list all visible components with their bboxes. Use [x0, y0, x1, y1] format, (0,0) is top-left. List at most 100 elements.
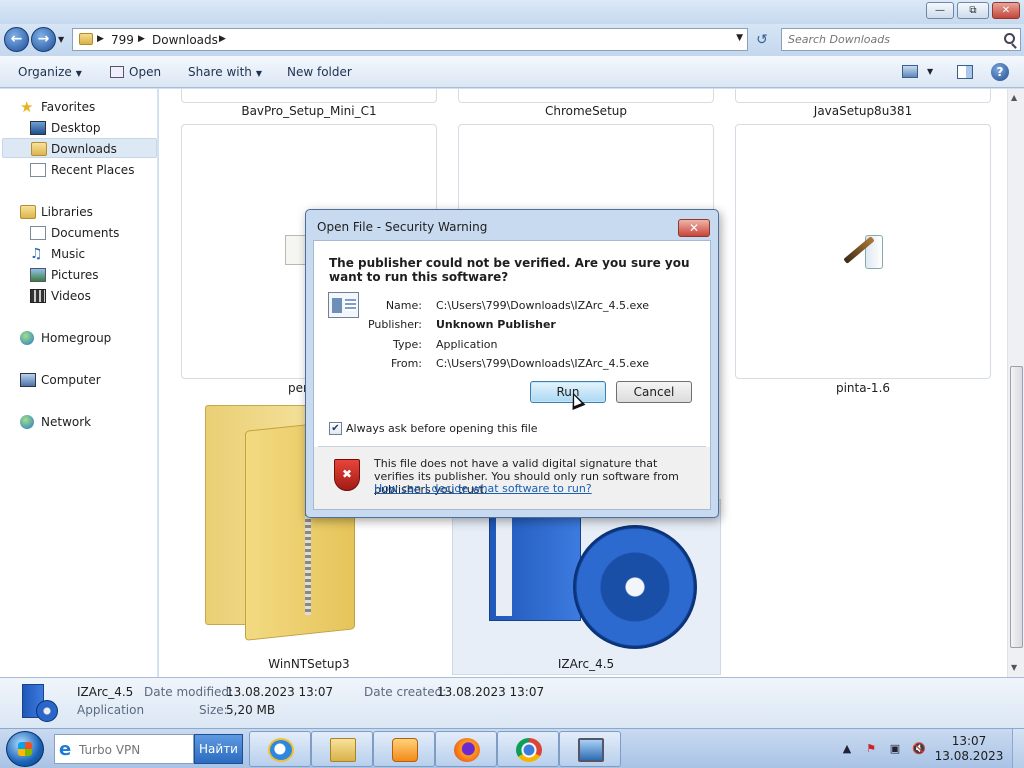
action-center-icon[interactable]: ⚑: [864, 742, 878, 756]
back-button[interactable]: ←: [4, 27, 29, 52]
search-box[interactable]: [781, 28, 1021, 51]
nav-desktop-label: Desktop: [51, 121, 101, 135]
file-name[interactable]: WinNTSetup3: [181, 657, 437, 671]
details-date-created-label: Date created:: [364, 685, 447, 699]
restore-button[interactable]: ⧉: [957, 2, 989, 19]
start-button[interactable]: [6, 731, 44, 767]
name-label: Name:: [385, 299, 422, 312]
cancel-button[interactable]: Cancel: [616, 381, 692, 403]
star-icon: ★: [20, 98, 34, 116]
recent-pages-dropdown[interactable]: ▼: [58, 35, 64, 44]
vertical-scrollbar[interactable]: ▲ ▼: [1007, 89, 1024, 677]
taskbar-search-box[interactable]: e: [54, 734, 194, 764]
volume-muted-icon[interactable]: 🔇: [912, 742, 926, 756]
nav-homegroup-label: Homegroup: [41, 331, 112, 345]
chevron-right-icon[interactable]: ▶: [138, 34, 145, 44]
clock-date: 13.08.2023: [934, 749, 1004, 763]
taskbar-explorer[interactable]: [311, 731, 373, 767]
help-icon[interactable]: ?: [991, 63, 1009, 81]
nav-downloads[interactable]: Downloads: [2, 138, 157, 158]
taskbar-chrome[interactable]: [497, 731, 559, 767]
open-icon: [110, 66, 124, 78]
file-tile[interactable]: [735, 89, 991, 103]
nav-computer[interactable]: Computer: [20, 370, 150, 390]
breadcrumb-downloads[interactable]: Downloads: [152, 33, 218, 47]
nav-videos-label: Videos: [51, 289, 91, 303]
search-input[interactable]: [788, 32, 998, 47]
taskbar-search-button[interactable]: Найти: [194, 734, 243, 764]
scrollbar-thumb[interactable]: [1010, 366, 1023, 648]
preview-pane-icon[interactable]: [957, 65, 973, 79]
security-shield-icon: [334, 459, 360, 491]
address-bar[interactable]: ▶ 799 ▶ Downloads ▶ ▼: [72, 28, 748, 51]
taskbar-search-input[interactable]: [79, 741, 189, 758]
refresh-icon[interactable]: ↺: [752, 30, 772, 50]
scroll-down-icon[interactable]: ▼: [1011, 663, 1017, 672]
chevron-right-icon[interactable]: ▶: [97, 34, 104, 44]
minimize-button[interactable]: —: [926, 2, 954, 19]
pictures-icon: [30, 268, 46, 282]
details-date-created: 13.08.2023 13:07: [437, 685, 545, 699]
share-with-label: Share with: [188, 65, 252, 79]
view-options-dropdown[interactable]: ▼: [927, 67, 933, 76]
command-bar: Organize ▼ Open Share with ▼ New folder ▼ …: [0, 56, 1024, 88]
security-warning-dialog: Open File - Security Warning ✕ The publi…: [305, 209, 719, 518]
internet-explorer-icon: [268, 738, 294, 762]
nav-homegroup[interactable]: Homegroup: [20, 328, 150, 348]
taskbar-media-player[interactable]: [373, 731, 435, 767]
always-ask-label[interactable]: Always ask before opening this file: [346, 422, 538, 435]
document-icon: [285, 235, 307, 265]
window-titlebar: — ⧉ ✕: [0, 0, 1024, 24]
help-link[interactable]: How can I decide what software to run?: [374, 482, 592, 495]
scroll-up-icon[interactable]: ▲: [1011, 93, 1017, 102]
nav-libraries[interactable]: Libraries: [20, 202, 150, 222]
search-icon[interactable]: [1004, 33, 1015, 44]
show-hidden-icons[interactable]: ▲: [840, 742, 854, 756]
file-name[interactable]: BavPro_Setup_Mini_C1: [181, 104, 437, 118]
taskbar-remote-desktop[interactable]: [559, 731, 621, 767]
clock[interactable]: 13:07 13.08.2023: [934, 734, 1004, 764]
dialog-question: The publisher could not be verified. Are…: [329, 256, 690, 284]
details-file-name: IZArc_4.5: [77, 685, 134, 699]
nav-music[interactable]: ♫ Music: [30, 244, 150, 264]
file-name[interactable]: ChromeSetup: [458, 104, 714, 118]
file-name[interactable]: IZArc_4.5: [458, 657, 714, 671]
new-folder-button[interactable]: New folder: [287, 65, 352, 79]
file-tile[interactable]: [181, 89, 437, 103]
file-tile[interactable]: [458, 89, 714, 103]
network-tray-icon[interactable]: ▣: [888, 742, 902, 756]
nav-network-label: Network: [41, 415, 92, 429]
nav-pictures[interactable]: Pictures: [30, 265, 150, 285]
taskbar-firefox[interactable]: [435, 731, 497, 767]
breadcrumb-799[interactable]: 799: [111, 33, 134, 47]
file-name[interactable]: pinta-1.6: [735, 381, 991, 395]
organize-button[interactable]: Organize ▼: [18, 65, 82, 79]
show-desktop-button[interactable]: [1012, 729, 1024, 768]
documents-icon: [30, 226, 46, 240]
nav-favorites[interactable]: ★ Favorites: [20, 97, 150, 117]
nav-recent-places[interactable]: Recent Places: [30, 160, 150, 180]
address-dropdown[interactable]: ▼: [736, 33, 743, 43]
chevron-down-icon: ▼: [75, 69, 82, 78]
nav-videos[interactable]: Videos: [30, 286, 150, 306]
change-view-icon[interactable]: [902, 65, 918, 78]
nav-network[interactable]: Network: [20, 412, 150, 432]
libraries-icon: [20, 205, 36, 219]
open-button[interactable]: Open: [110, 65, 161, 79]
chevron-right-icon[interactable]: ▶: [219, 34, 226, 44]
file-name[interactable]: JavaSetup8u381: [735, 104, 991, 118]
nav-documents[interactable]: Documents: [30, 223, 150, 243]
nav-desktop[interactable]: Desktop: [30, 118, 150, 138]
installer-box-icon: [20, 682, 58, 724]
share-with-button[interactable]: Share with ▼: [188, 65, 262, 79]
always-ask-checkbox[interactable]: ✔: [329, 422, 342, 435]
folder-icon: [79, 33, 93, 45]
forward-button[interactable]: →: [31, 27, 56, 52]
taskbar: e Найти ▲ ⚑ ▣ 🔇 13:07 13.08.2023: [0, 728, 1024, 768]
taskbar-internet-explorer[interactable]: [249, 731, 311, 767]
open-label: Open: [129, 65, 162, 79]
details-date-modified-label: Date modified:: [144, 685, 234, 699]
dialog-close-button[interactable]: ✕: [678, 219, 710, 237]
firefox-icon: [454, 738, 480, 762]
close-button[interactable]: ✕: [992, 2, 1020, 19]
